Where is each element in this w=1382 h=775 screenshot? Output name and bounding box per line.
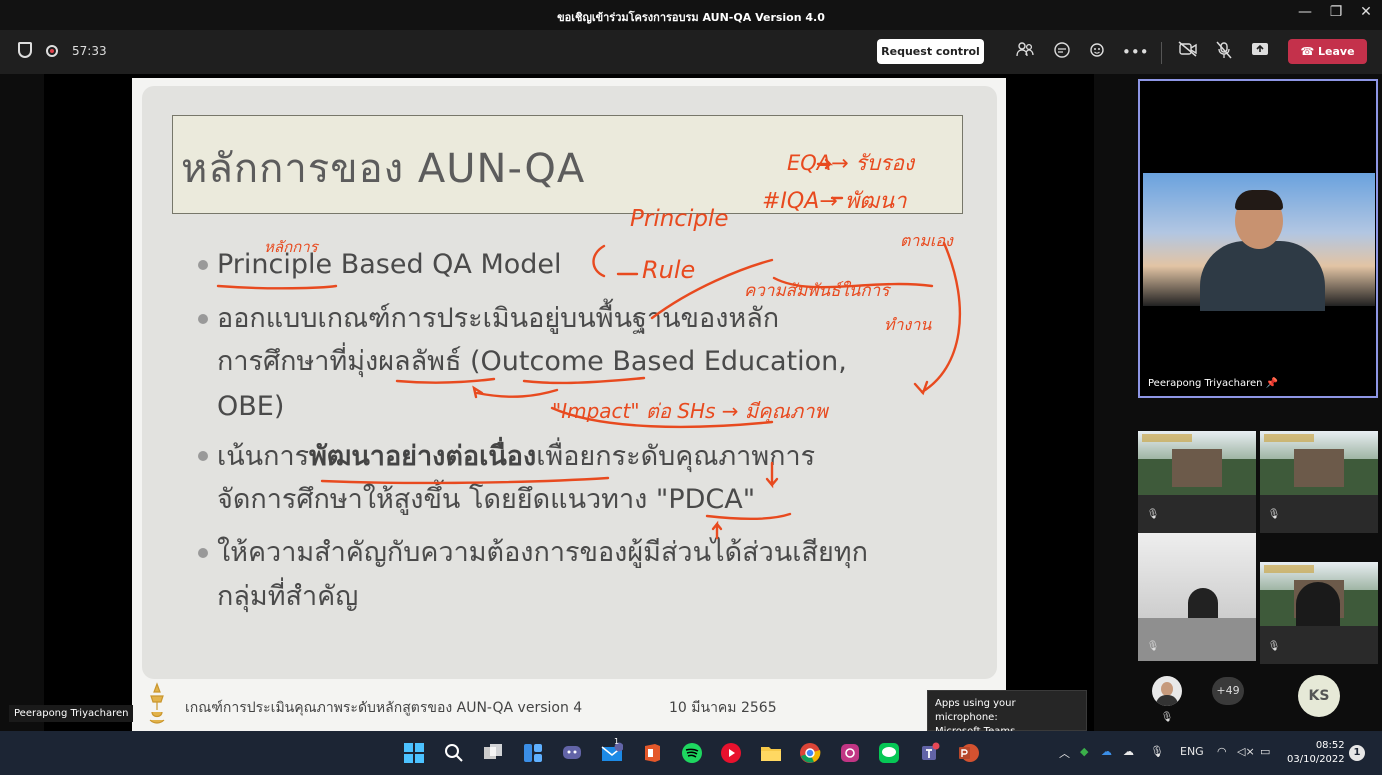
pin-icon: 📌 [1265, 378, 1279, 389]
wifi-icon[interactable]: ◠ [1217, 745, 1227, 758]
person-body [1200, 241, 1325, 311]
bullet-dot [198, 548, 208, 558]
chrome-icon[interactable] [799, 742, 821, 764]
close-button[interactable]: ✕ [1354, 4, 1378, 24]
clock-date: 03/10/2022 [1287, 754, 1345, 765]
search-icon[interactable] [443, 742, 465, 764]
mic-muted-icon: 🎙 [1267, 509, 1281, 520]
bullet-2-line-3: OBE) [217, 391, 285, 422]
bullet-3-bold: พัฒนาอย่างต่อเนื่อง [309, 441, 537, 472]
teams-chat-icon[interactable] [561, 742, 583, 764]
spotify-icon[interactable] [681, 742, 703, 764]
clock-time: 08:52 [1315, 740, 1345, 751]
toolbar-divider [1161, 42, 1162, 64]
bullet-3-line-1: เน้นการพัฒนาอย่างต่อเนื่องเพื่อยกระดับคุ… [217, 433, 815, 480]
bullet-dot [198, 260, 208, 270]
participant-initials-avatar[interactable]: KS [1298, 675, 1340, 717]
volume-icon[interactable]: ◁× [1237, 745, 1255, 758]
cloud-icon[interactable]: ☁ [1123, 745, 1134, 758]
tooltip-line-1: Apps using your microphone: [935, 698, 1016, 723]
mic-muted-icon: 🎙 [1267, 641, 1281, 652]
person-hair [1235, 190, 1283, 210]
onedrive-icon[interactable]: ☁ [1101, 745, 1112, 758]
file-explorer-icon[interactable] [760, 742, 782, 764]
bullet-1: Principle Based QA Model [217, 249, 562, 280]
participant-video [1260, 562, 1378, 626]
teams-icon[interactable] [918, 742, 940, 764]
leave-label: Leave [1318, 45, 1355, 58]
participant-video [1138, 431, 1256, 495]
minimize-button[interactable]: — [1293, 4, 1317, 24]
bullet-3-pre: เน้นการ [217, 441, 310, 472]
media-player-icon[interactable] [720, 742, 742, 764]
battery-icon[interactable]: ▭ [1260, 745, 1270, 758]
phone-hangup-icon: ☎ [1300, 45, 1318, 58]
video-participant-name: Peerapong Triyacharen 📌 [1148, 378, 1278, 389]
video-name-text: Peerapong Triyacharen [1148, 378, 1263, 389]
recording-icon [46, 45, 58, 57]
office-icon[interactable] [641, 742, 663, 764]
powerpoint-icon[interactable] [958, 742, 980, 764]
bullet-3-line-2: จัดการศึกษาให้สูงขึ้น โดยยึดแนวทาง "PDCA… [217, 484, 756, 515]
bullet-3-post: เพื่อยกระดับคุณภาพการ [536, 441, 816, 472]
people-icon[interactable] [1014, 41, 1036, 63]
start-icon[interactable] [403, 742, 425, 764]
bullet-2-line-1: ออกแบบเกณฑ์การประเมินอยู่บนพื้นฐานของหลั… [217, 303, 780, 334]
bullet-4-line-2: กลุ่มที่สำคัญ [217, 581, 359, 612]
shield-icon[interactable] [18, 42, 32, 58]
reactions-icon[interactable] [1087, 41, 1109, 63]
photo-app-icon[interactable] [839, 742, 861, 764]
slide-title: หลักการของ AUN-QA [181, 146, 586, 192]
footer-date: 10 มีนาคม 2565 [669, 700, 777, 716]
request-control-button[interactable]: Request control [877, 39, 984, 64]
slide-title-box: หลักการของ AUN-QA [172, 115, 963, 214]
system-clock[interactable]: 08:52 03/10/2022 [1287, 739, 1345, 767]
footer-text: เกณฑ์การประเมินคุณภาพระดับหลักสูตรของ AU… [185, 700, 583, 716]
mic-muted-icon: 🎙 [1146, 509, 1160, 520]
participant-video [1260, 431, 1378, 495]
mail-badge: 1 [614, 737, 620, 746]
speaker-name-label: Peerapong Triyacharen [9, 705, 134, 722]
windows-taskbar: 1 ︿ ◆ ☁ ☁ 🎙 ENG ◠ ◁× ▭ 08:52 03/10/2022 … [0, 731, 1382, 775]
mail-icon[interactable] [601, 742, 623, 764]
camera-off-icon[interactable] [1177, 41, 1199, 63]
task-view-icon[interactable] [482, 742, 504, 764]
maximize-button[interactable]: ❐ [1324, 4, 1348, 24]
microphone-icon[interactable]: 🎙 [1150, 745, 1164, 758]
more-participants-button[interactable]: +49 [1212, 677, 1244, 705]
line-app-icon[interactable] [878, 742, 900, 764]
bullet-dot [198, 451, 208, 461]
meeting-toolbar: 57:33 Request control ••• ☎ Leave [0, 30, 1382, 74]
widgets-icon[interactable] [522, 742, 544, 764]
show-hidden-icons-icon[interactable]: ︿ [1059, 745, 1070, 761]
mic-off-icon[interactable] [1213, 41, 1235, 63]
language-indicator[interactable]: ENG [1180, 745, 1204, 758]
bullet-dot [198, 314, 208, 324]
mic-muted-icon: 🎙 [1146, 641, 1160, 652]
tray-app-icon[interactable]: ◆ [1080, 745, 1088, 758]
microphone-tooltip: Apps using your microphone: Microsoft Te… [927, 690, 1087, 737]
notification-badge[interactable]: 1 [1349, 745, 1365, 761]
mic-muted-icon: 🎙 [1160, 712, 1174, 723]
window-titlebar: ขอเชิญเข้าร่วมโครงการอบรม AUN-QA Version… [0, 0, 1382, 30]
bullet-4-line-1: ให้ความสำคัญกับความต้องการของผู้มีส่วนได… [217, 537, 868, 568]
more-options-button[interactable]: ••• [1122, 41, 1149, 63]
pinned-video-tile[interactable]: Peerapong Triyacharen 📌 [1138, 79, 1378, 398]
bullet-2-line-2: การศึกษาที่มุ่งผลลัพธ์ (Outcome Based Ed… [217, 346, 847, 377]
university-logo-icon [149, 682, 165, 724]
participant-avatar[interactable] [1152, 676, 1182, 706]
presentation-slide: หลักการของ AUN-QA Principle Based QA Mod… [132, 78, 1006, 731]
window-title: ขอเชิญเข้าร่วมโครงการอบรม AUN-QA Version… [557, 11, 825, 24]
chat-icon[interactable] [1051, 41, 1073, 63]
leave-button[interactable]: ☎ Leave [1288, 39, 1367, 64]
meeting-timer: 57:33 [72, 44, 107, 58]
share-screen-icon[interactable] [1249, 41, 1271, 63]
